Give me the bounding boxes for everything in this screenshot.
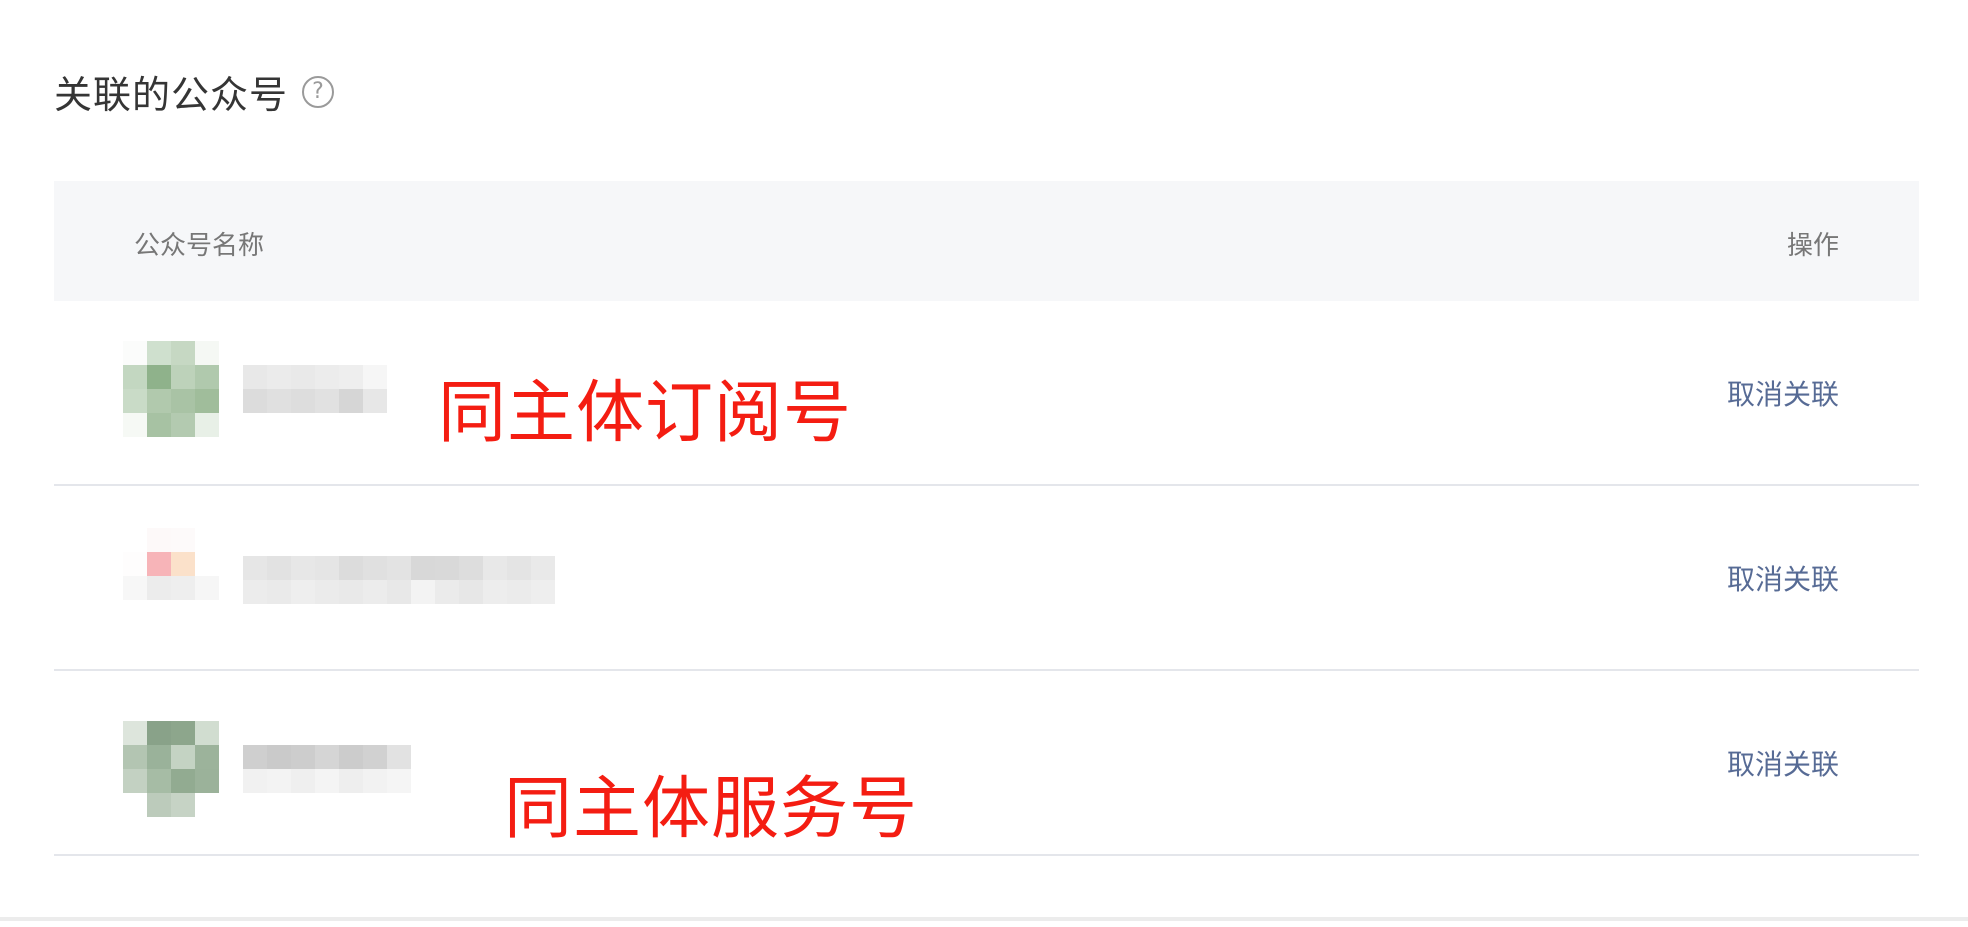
account-avatar (123, 341, 219, 437)
table-row: 同主体服务号 取消关联 (54, 671, 1919, 856)
table-row: 取消关联 (54, 486, 1919, 671)
annotation-subscription: 同主体订阅号 (438, 374, 853, 453)
question-circle-icon[interactable]: ? (302, 75, 335, 108)
section-header: 关联的公众号 ? (54, 64, 335, 119)
account-name-redacted (243, 365, 387, 413)
section-title: 关联的公众号 (54, 73, 289, 117)
account-avatar (123, 721, 219, 817)
account-avatar (123, 528, 219, 624)
linked-accounts-table: 公众号名称 操作 同主体订阅号 取消关联 取消关联 同主体服务号 取消关联 (54, 181, 1919, 856)
page-bottom-divider (0, 917, 1968, 921)
column-header-name: 公众号名称 (134, 231, 265, 261)
unlink-button[interactable]: 取消关联 (1727, 558, 1839, 598)
linked-accounts-page: 关联的公众号 ? 公众号名称 操作 同主体订阅号 取消关联 取消关联 同主体服务… (0, 0, 1968, 927)
account-name-redacted (243, 556, 555, 604)
unlink-button[interactable]: 取消关联 (1727, 743, 1839, 783)
account-name-redacted (243, 745, 411, 793)
annotation-service: 同主体服务号 (504, 770, 919, 849)
table-row: 同主体订阅号 取消关联 (54, 301, 1919, 486)
table-header: 公众号名称 操作 (54, 181, 1919, 301)
unlink-button[interactable]: 取消关联 (1727, 373, 1839, 413)
column-header-action: 操作 (1786, 231, 1839, 261)
